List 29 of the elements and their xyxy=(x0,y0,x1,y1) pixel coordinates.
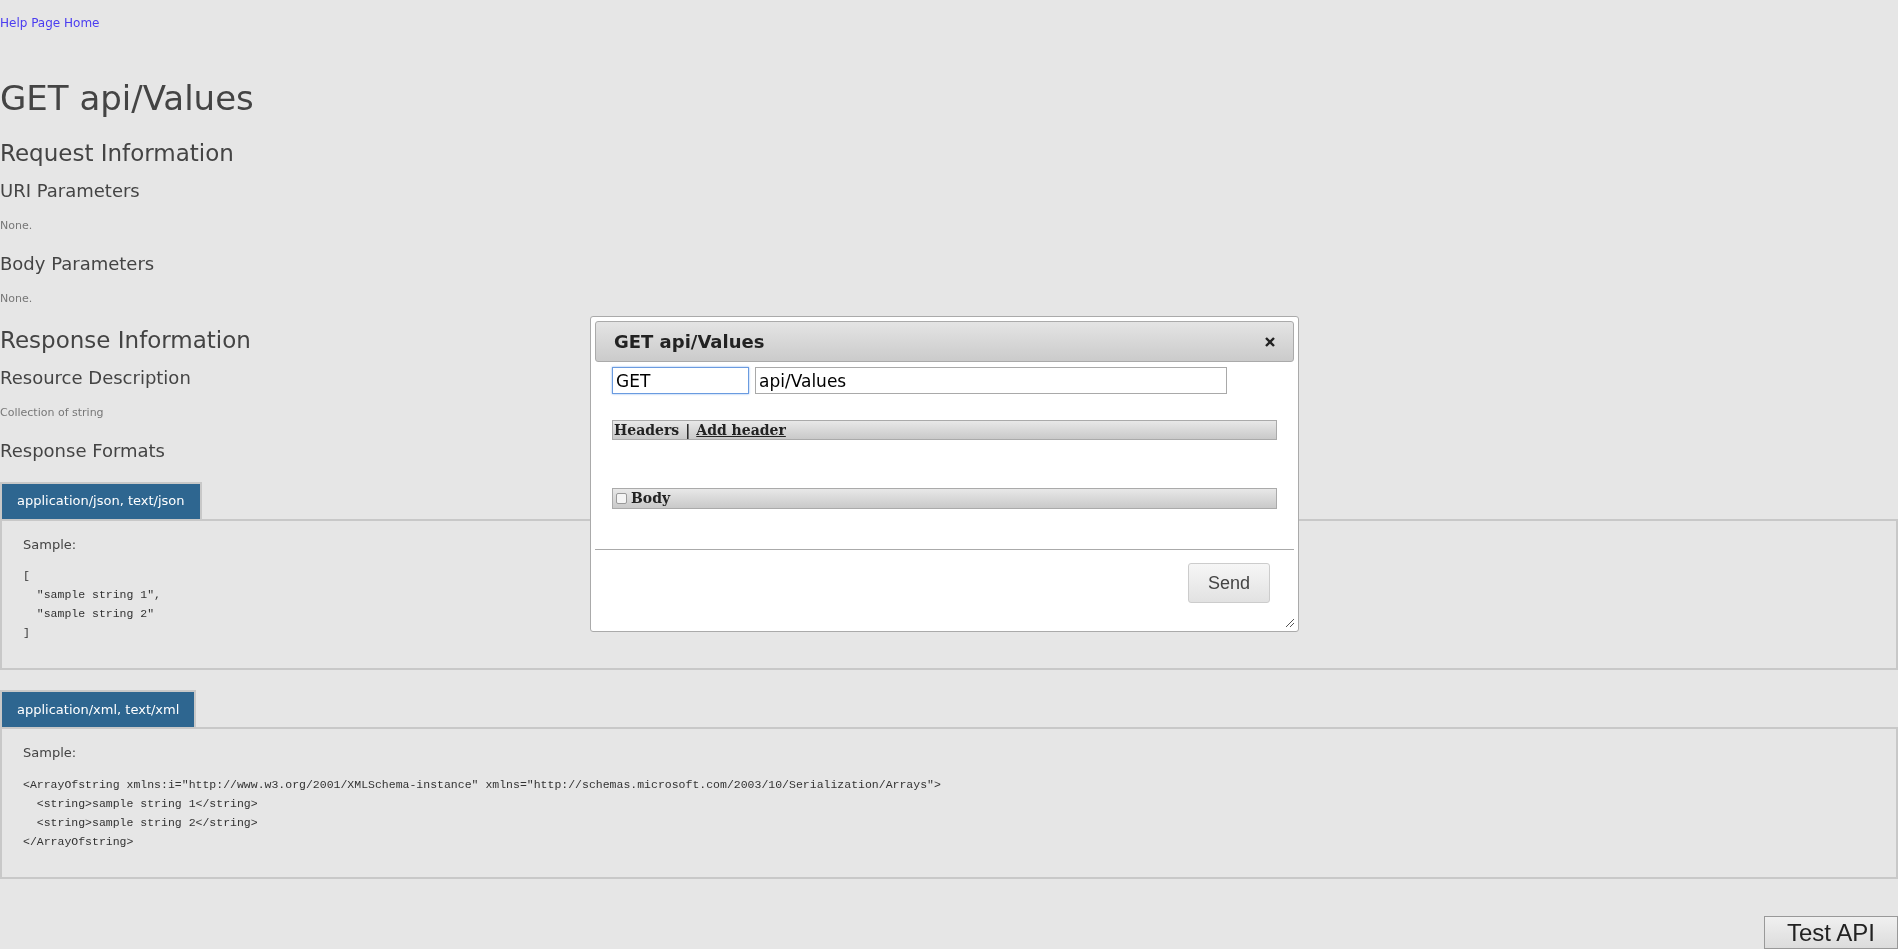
subsection-heading: Body Parameters xyxy=(0,251,155,276)
format-tab[interactable]: application/xml, text/xml xyxy=(0,690,197,727)
sample-code: [ "sample string 1", "sample string 2" ] xyxy=(23,568,162,641)
headers-label: Headers xyxy=(614,420,680,440)
sample-code: <ArrayOfstring xmlns:i="http://www.w3.org/2001/XMLSchema-instance" xmlns="http://schemas.microsoft.com/2003/10/Serialization/Arrays"> <string>sample string 1</string> <string>sample string 2</string> </ArrayOfstring> xyxy=(23,776,941,850)
sample-label: Sample: xyxy=(23,535,77,554)
sample-label: Sample: xyxy=(23,744,77,762)
page-title: GET api/Values xyxy=(0,78,254,118)
resize-grip-icon[interactable] xyxy=(1284,617,1295,628)
format-tab[interactable]: application/json, text/json xyxy=(0,481,202,519)
body-checkbox[interactable] xyxy=(616,493,627,504)
description-text: None. xyxy=(0,218,33,234)
input-field[interactable]: GET xyxy=(612,367,749,394)
add-header-link[interactable]: Add header xyxy=(696,419,786,441)
input-field[interactable]: api/Values xyxy=(755,367,1227,394)
close-icon[interactable] xyxy=(1265,336,1275,347)
subsection-heading: URI Parameters xyxy=(0,179,140,203)
help-page-home-link[interactable]: Help Page Home xyxy=(0,14,100,32)
section-heading: Request Information xyxy=(0,139,234,168)
send-button[interactable]: Send xyxy=(1188,563,1270,603)
description-text: Collection of string xyxy=(0,405,104,421)
test-api-button[interactable]: Test API xyxy=(1764,916,1898,949)
separator-text: | xyxy=(685,420,691,441)
description-text: None. xyxy=(0,290,33,307)
body-label: Body xyxy=(631,489,671,508)
dialog-title: GET api/Values xyxy=(614,330,765,354)
subsection-heading: Resource Description xyxy=(0,366,191,390)
subsection-heading: Response Formats xyxy=(0,438,165,463)
section-heading: Response Information xyxy=(0,326,251,355)
